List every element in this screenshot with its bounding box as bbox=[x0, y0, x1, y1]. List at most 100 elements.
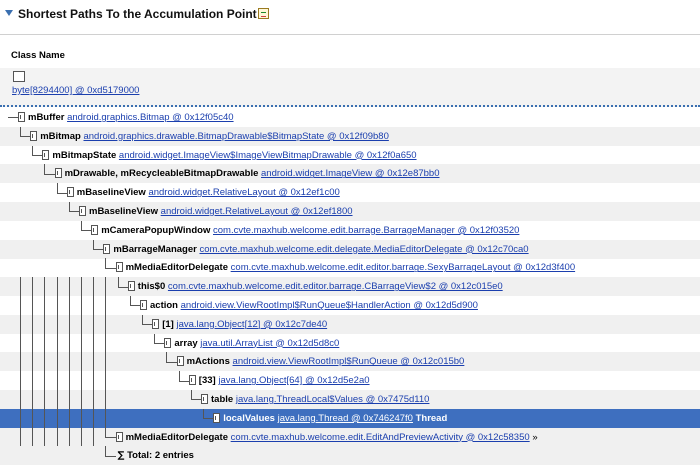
table-row[interactable]: localValues java.lang.Thread @ 0x746247f… bbox=[0, 408, 700, 428]
table-row[interactable]: array java.util.ArrayList @ 0x12d5d8c0 bbox=[0, 333, 700, 353]
object-icon bbox=[54, 168, 62, 179]
object-link[interactable]: android.widget.RelativeLayout @ 0x12ef1c… bbox=[148, 187, 339, 198]
object-icon bbox=[140, 300, 147, 310]
total-label: ∑ Total: 2 entries bbox=[118, 450, 194, 461]
tree-guide-line bbox=[44, 314, 46, 334]
object-icon bbox=[164, 337, 172, 348]
tree-guide-line bbox=[32, 145, 34, 155]
root-object-link[interactable]: byte[8294400] @ 0xd5179000 bbox=[12, 85, 139, 96]
tree-guide-line bbox=[44, 371, 46, 390]
root-row[interactable]: byte[8294400] @ 0xd5179000 bbox=[0, 68, 700, 107]
object-link[interactable]: com.cvte.maxhub.welcome.edit.barrage.Bar… bbox=[213, 225, 519, 236]
object-icon bbox=[66, 187, 74, 198]
table-row[interactable]: [33] java.lang.Object[64] @ 0x12d5e2a0 bbox=[0, 371, 700, 390]
tree-guide-line bbox=[56, 296, 58, 315]
total-count: Total: 2 entries bbox=[127, 450, 194, 462]
table-row[interactable]: this$0 com.cvte.maxhub.welcome.edit.edit… bbox=[0, 277, 700, 297]
tree-connector-line bbox=[105, 436, 116, 438]
tree-guide-line bbox=[129, 296, 131, 306]
tree-guide-line bbox=[56, 408, 58, 428]
tree-connector-line bbox=[93, 248, 104, 250]
tree-guide-line bbox=[81, 314, 82, 334]
object-link[interactable]: android.graphics.Bitmap @ 0x12f05c40 bbox=[67, 112, 234, 123]
tree-guide-line bbox=[56, 371, 58, 390]
row-label: mBitmapState android.widget.ImageView$Im… bbox=[52, 150, 416, 161]
table-row[interactable]: mBaselineView android.widget.RelativeLay… bbox=[0, 202, 700, 221]
object-link[interactable]: android.widget.ImageView$ImageViewBitmap… bbox=[119, 150, 417, 161]
tree-connector-line bbox=[81, 230, 92, 232]
object-link[interactable]: java.lang.Object[12] @ 0x12c7de40 bbox=[176, 319, 327, 330]
object-link[interactable]: android.widget.ImageView @ 0x12e87bb0 bbox=[261, 168, 439, 179]
field-name: mCameraPopupWindow bbox=[101, 224, 211, 236]
table-row[interactable]: mBarrageManager com.cvte.maxhub.welcome.… bbox=[0, 239, 700, 259]
tree-guide-line bbox=[105, 296, 107, 315]
tree-guide-line bbox=[190, 390, 192, 400]
tree-guide-line bbox=[93, 239, 95, 249]
tree-guide-line bbox=[105, 390, 107, 409]
tree-guide-line bbox=[56, 390, 58, 409]
tree-guide-line bbox=[56, 277, 58, 296]
table-row[interactable]: mBuffer android.graphics.Bitmap @ 0x12f0… bbox=[0, 108, 700, 127]
object-icon bbox=[18, 112, 25, 122]
page-title: Shortest Paths To the Accumulation Point bbox=[18, 7, 257, 21]
object-link[interactable]: android.widget.RelativeLayout @ 0x12ef18… bbox=[161, 206, 353, 217]
tree-guide-line bbox=[81, 296, 82, 315]
tree-guide-line bbox=[32, 296, 34, 315]
tree-guide-line bbox=[32, 408, 34, 428]
object-link[interactable]: com.cvte.maxhub.welcome.edit.editor.barr… bbox=[231, 262, 575, 273]
tree-guide-line bbox=[93, 333, 95, 353]
tree-guide-line bbox=[68, 277, 70, 296]
row-label: mBuffer android.graphics.Bitmap @ 0x12f0… bbox=[28, 112, 234, 123]
object-link[interactable]: android.graphics.drawable.BitmapDrawable… bbox=[83, 131, 388, 142]
row-label: mMediaEditorDelegate com.cvte.maxhub.wel… bbox=[126, 262, 576, 273]
tree-guide-line bbox=[68, 333, 70, 353]
object-link[interactable]: com.cvte.maxhub.welcome.edit.EditAndPrev… bbox=[231, 432, 530, 443]
table-row[interactable]: action android.view.ViewRootImpl$RunQueu… bbox=[0, 296, 700, 315]
object-icon bbox=[103, 243, 111, 254]
tree-guide-line bbox=[93, 352, 95, 372]
object-icon bbox=[152, 318, 160, 329]
object-link[interactable]: com.cvte.maxhub.welcome.edit.editor.barr… bbox=[168, 281, 503, 292]
table-row[interactable]: mBaselineView android.widget.RelativeLay… bbox=[0, 183, 700, 202]
row-label: mMediaEditorDelegate com.cvte.maxhub.wel… bbox=[126, 432, 538, 443]
tree-guide-line bbox=[81, 333, 82, 353]
tree-connector-line bbox=[56, 192, 67, 194]
object-link[interactable]: java.util.ArrayList @ 0x12d5d8c0 bbox=[200, 338, 339, 349]
table-row[interactable]: [1] java.lang.Object[12] @ 0x12c7de40 bbox=[0, 314, 700, 334]
tree-guide-line bbox=[203, 408, 204, 419]
table-row[interactable]: mActions android.view.ViewRootImpl$RunQu… bbox=[0, 352, 700, 372]
table-row[interactable]: mMediaEditorDelegate com.cvte.maxhub.wel… bbox=[0, 427, 700, 447]
table-row[interactable]: table java.lang.ThreadLocal$Values @ 0x7… bbox=[0, 390, 700, 409]
table-row[interactable]: mMediaEditorDelegate com.cvte.maxhub.wel… bbox=[0, 258, 700, 277]
tree-guide-line bbox=[32, 333, 34, 353]
column-header-class-name[interactable]: Class Name bbox=[0, 35, 700, 67]
tree-guide-line bbox=[56, 183, 58, 193]
table-row[interactable]: mCameraPopupWindow com.cvte.maxhub.welco… bbox=[0, 220, 700, 240]
object-link[interactable]: com.cvte.maxhub.welcome.edit.delegate.Me… bbox=[199, 244, 528, 255]
row-label: [33] java.lang.Object[64] @ 0x12d5e2a0 bbox=[199, 375, 370, 386]
tree-guide-line bbox=[20, 126, 21, 137]
table-row[interactable]: mBitmap android.graphics.drawable.Bitmap… bbox=[0, 126, 700, 146]
sigma-icon: ∑ bbox=[117, 450, 125, 462]
table-row[interactable]: mBitmapState android.widget.ImageView$Im… bbox=[0, 145, 700, 165]
object-link[interactable]: java.lang.ThreadLocal$Values @ 0x7475d11… bbox=[236, 394, 430, 405]
collapse-triangle-icon[interactable] bbox=[5, 10, 13, 16]
tree-guide-line bbox=[32, 427, 34, 447]
report-icon[interactable] bbox=[258, 8, 269, 19]
object-link[interactable]: android.view.ViewRootImpl$RunQueue @ 0x1… bbox=[233, 356, 465, 367]
tree-connector-line bbox=[129, 305, 140, 307]
object-icon bbox=[30, 130, 38, 141]
tree-guide-line bbox=[68, 427, 70, 447]
object-link[interactable]: java.lang.Object[64] @ 0x12d5e2a0 bbox=[218, 375, 369, 386]
object-link[interactable]: java.lang.Thread @ 0x746247f0 bbox=[278, 413, 413, 424]
row-label: array java.util.ArrayList @ 0x12d5d8c0 bbox=[174, 338, 339, 349]
tree-guide-line bbox=[93, 371, 95, 390]
object-link[interactable]: android.view.ViewRootImpl$RunQueue$Handl… bbox=[181, 300, 478, 311]
table-row[interactable]: mDrawable, mRecycleableBitmapDrawable an… bbox=[0, 164, 700, 184]
field-name: mBitmap bbox=[40, 130, 81, 142]
tree-connector-line bbox=[154, 342, 165, 344]
tree-guide-line bbox=[81, 408, 82, 428]
tree-guide-line bbox=[44, 427, 46, 447]
row-suffix: » bbox=[532, 431, 538, 443]
row-label: [1] java.lang.Object[12] @ 0x12c7de40 bbox=[162, 319, 327, 330]
